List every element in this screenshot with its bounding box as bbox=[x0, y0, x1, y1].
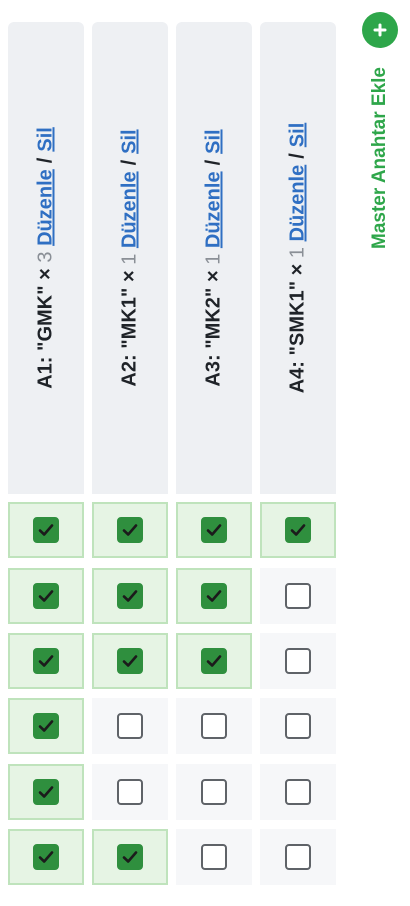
column-header-a4: A4: "SMK1" × 1 Düzenle / Sil bbox=[260, 22, 336, 494]
column-header-a2: A2: "MK1" × 1 Düzenle / Sil bbox=[92, 22, 168, 494]
checkbox-checked[interactable] bbox=[33, 648, 59, 674]
checkbox-unchecked[interactable] bbox=[285, 779, 311, 805]
checkmark-icon bbox=[37, 652, 55, 670]
add-master-key-button[interactable] bbox=[362, 12, 398, 48]
checkbox-checked[interactable] bbox=[285, 517, 311, 543]
checkbox-checked[interactable] bbox=[33, 517, 59, 543]
checkmark-icon bbox=[205, 652, 223, 670]
column-header-a3: A3: "MK2" × 1 Düzenle / Sil bbox=[176, 22, 252, 494]
checkbox-unchecked[interactable] bbox=[117, 713, 143, 739]
checkmark-icon bbox=[37, 717, 55, 735]
grid-cell bbox=[260, 698, 336, 754]
edit-link[interactable]: Düzenle bbox=[203, 171, 225, 248]
edit-link[interactable]: Düzenle bbox=[287, 165, 309, 242]
grid-cell bbox=[8, 633, 84, 689]
key-count: 1 bbox=[118, 253, 141, 265]
column-header-a1: A1: "GMK" × 3 Düzenle / Sil bbox=[8, 22, 84, 494]
grid-cell bbox=[176, 502, 252, 558]
add-master-key-label[interactable]: Master Anahtar Ekle bbox=[369, 67, 391, 249]
grid-cell bbox=[8, 764, 84, 820]
delete-link[interactable]: Sil bbox=[35, 127, 57, 151]
key-code-label: A1: "GMK" × bbox=[34, 268, 57, 389]
grid-cell bbox=[92, 764, 168, 820]
separator: / bbox=[286, 153, 309, 159]
key-code-label: A3: "MK2" × bbox=[202, 270, 225, 387]
grid-cell bbox=[8, 698, 84, 754]
delete-link[interactable]: Sil bbox=[203, 129, 225, 153]
checkbox-unchecked[interactable] bbox=[285, 844, 311, 870]
column-header-text: A2: "MK1" × 1 Düzenle / Sil bbox=[119, 129, 142, 386]
checkbox-checked[interactable] bbox=[117, 583, 143, 609]
grid-cell bbox=[260, 633, 336, 689]
column-header-text: A1: "GMK" × 3 Düzenle / Sil bbox=[35, 127, 58, 389]
key-code-label: A4: "SMK1" × bbox=[286, 263, 309, 394]
grid-cell bbox=[92, 698, 168, 754]
checkmark-icon bbox=[37, 587, 55, 605]
checkmark-icon bbox=[121, 587, 139, 605]
checkbox-checked[interactable] bbox=[201, 648, 227, 674]
grid-cell bbox=[176, 698, 252, 754]
checkbox-unchecked[interactable] bbox=[201, 713, 227, 739]
checkbox-unchecked[interactable] bbox=[201, 844, 227, 870]
separator: / bbox=[118, 159, 141, 166]
grid-cell bbox=[8, 829, 84, 885]
column-header-text: A4: "SMK1" × 1 Düzenle / Sil bbox=[287, 123, 310, 394]
grid-cell bbox=[260, 568, 336, 624]
grid-cell bbox=[92, 633, 168, 689]
grid-cell bbox=[260, 764, 336, 820]
key-code-label: A2: "MK1" × bbox=[118, 270, 141, 387]
separator: / bbox=[202, 159, 225, 166]
checkbox-checked[interactable] bbox=[201, 583, 227, 609]
edit-link[interactable]: Düzenle bbox=[35, 169, 57, 246]
grid-cell bbox=[260, 502, 336, 558]
checkbox-checked[interactable] bbox=[117, 517, 143, 543]
checkmark-icon bbox=[37, 521, 55, 539]
checkbox-checked[interactable] bbox=[117, 648, 143, 674]
checkbox-unchecked[interactable] bbox=[285, 713, 311, 739]
grid-cell bbox=[92, 502, 168, 558]
key-count: 3 bbox=[34, 251, 57, 263]
checkmark-icon bbox=[37, 848, 55, 866]
plus-icon bbox=[373, 23, 387, 37]
column-header-text: A3: "MK2" × 1 Düzenle / Sil bbox=[203, 129, 226, 386]
edit-link[interactable]: Düzenle bbox=[119, 171, 141, 248]
grid-cell bbox=[260, 829, 336, 885]
checkbox-checked[interactable] bbox=[201, 517, 227, 543]
checkmark-icon bbox=[121, 848, 139, 866]
grid-cell bbox=[92, 829, 168, 885]
grid-cell bbox=[92, 568, 168, 624]
checkmark-icon bbox=[37, 783, 55, 801]
key-count: 1 bbox=[202, 253, 225, 265]
checkmark-icon bbox=[205, 587, 223, 605]
delete-link[interactable]: Sil bbox=[119, 129, 141, 153]
delete-link[interactable]: Sil bbox=[287, 123, 309, 147]
checkmark-icon bbox=[121, 652, 139, 670]
separator: / bbox=[34, 157, 57, 164]
grid-cell bbox=[8, 502, 84, 558]
grid-cell bbox=[176, 829, 252, 885]
checkbox-checked[interactable] bbox=[117, 844, 143, 870]
grid-cell bbox=[176, 764, 252, 820]
checkbox-unchecked[interactable] bbox=[201, 779, 227, 805]
checkmark-icon bbox=[205, 521, 223, 539]
checkbox-checked[interactable] bbox=[33, 583, 59, 609]
checkmark-icon bbox=[289, 521, 307, 539]
checkmark-icon bbox=[121, 521, 139, 539]
grid-cell bbox=[176, 568, 252, 624]
checkbox-checked[interactable] bbox=[33, 713, 59, 739]
checkbox-unchecked[interactable] bbox=[285, 648, 311, 674]
grid-cell bbox=[8, 568, 84, 624]
key-count: 1 bbox=[286, 247, 309, 259]
checkbox-unchecked[interactable] bbox=[285, 583, 311, 609]
grid-cell bbox=[176, 633, 252, 689]
checkbox-checked[interactable] bbox=[33, 844, 59, 870]
checkbox-unchecked[interactable] bbox=[117, 779, 143, 805]
checkbox-checked[interactable] bbox=[33, 779, 59, 805]
